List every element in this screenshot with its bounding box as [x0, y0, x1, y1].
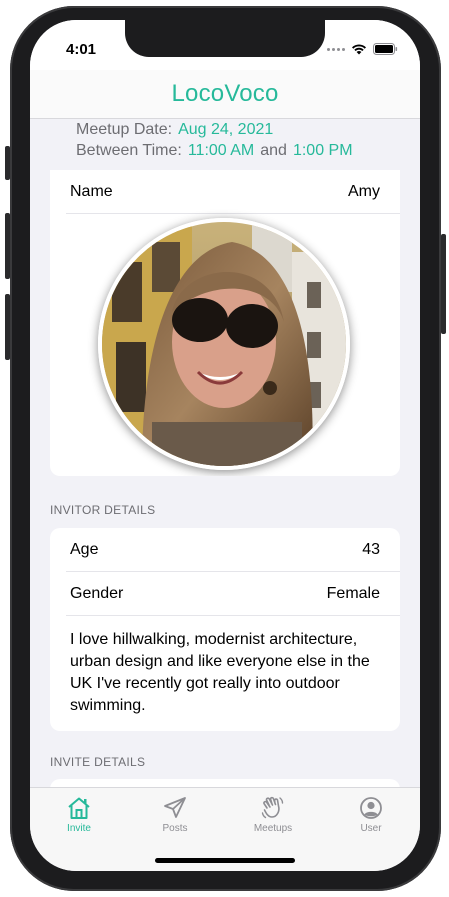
meetup-time-label: Between Time:: [76, 142, 182, 159]
mute-switch: [5, 146, 10, 180]
meetup-time-connector: and: [260, 142, 287, 159]
tab-meetups-label: Meetups: [253, 823, 293, 834]
meetup-date-row: Meetup Date: Aug 24, 2021: [76, 119, 353, 140]
tab-user-label: User: [360, 823, 382, 834]
volume-down-button: [5, 294, 10, 360]
app-title: LocoVoco: [171, 80, 279, 107]
meetup-time-row: Between Time: 11:00 AM and 1:00 PM: [76, 140, 353, 161]
invitor-details-card: Age 43 Gender Female I love hillwalking,…: [50, 528, 400, 731]
name-row: Name Amy: [50, 170, 400, 214]
meetup-start-time: 11:00 AM: [187, 142, 255, 159]
gender-row: Gender Female: [50, 572, 400, 616]
status-time: 4:01: [66, 41, 97, 58]
volume-up-button: [5, 213, 10, 279]
battery-icon: [373, 43, 398, 55]
profile-card: Name Amy: [50, 170, 400, 476]
tab-user[interactable]: User: [336, 796, 406, 834]
profile-photo-image: [102, 222, 346, 466]
home-icon: [68, 797, 90, 819]
invitor-details-header: INVITOR DETAILS: [50, 503, 156, 517]
meetup-date-value: Aug 24, 2021: [178, 121, 274, 138]
meetup-date-label: Meetup Date:: [76, 121, 173, 138]
invite-content: Meetup Date: Aug 24, 2021 Between Time: …: [30, 119, 420, 799]
gender-value: Female: [326, 585, 380, 602]
gender-label: Gender: [70, 585, 124, 602]
tab-invite-label: Invite: [67, 823, 91, 834]
navigation-bar: LocoVoco: [30, 70, 420, 119]
name-value: Amy: [348, 183, 380, 200]
tab-meetups[interactable]: Meetups: [238, 796, 308, 834]
profile-photo: [98, 218, 350, 470]
age-row: Age 43: [50, 528, 400, 572]
user-circle-icon: [360, 797, 382, 819]
tab-posts[interactable]: Posts: [140, 796, 210, 834]
bio-text: I love hillwalking, modernist architectu…: [70, 631, 370, 714]
age-value: 43: [362, 541, 380, 558]
age-label: Age: [70, 541, 99, 558]
name-label: Name: [70, 183, 113, 200]
waving-hand-icon: [261, 796, 284, 819]
device-notch: [125, 20, 325, 57]
tab-posts-label: Posts: [162, 823, 188, 834]
power-button: [441, 234, 446, 334]
meetup-end-time: 1:00 PM: [292, 142, 353, 159]
home-indicator: [155, 858, 295, 863]
wifi-icon: [352, 44, 366, 55]
app-screen: 4:01 LocoVoco Meetup Date: Aug 24, 2021: [30, 20, 420, 871]
tab-invite[interactable]: Invite: [44, 796, 114, 834]
meetup-info: Meetup Date: Aug 24, 2021 Between Time: …: [76, 119, 353, 161]
invite-details-header: INVITE DETAILS: [50, 755, 146, 769]
cellular-signal-icon: [327, 47, 345, 51]
profile-photo-container: [50, 214, 400, 476]
status-icons: [327, 43, 398, 55]
paper-plane-icon: [164, 797, 186, 818]
